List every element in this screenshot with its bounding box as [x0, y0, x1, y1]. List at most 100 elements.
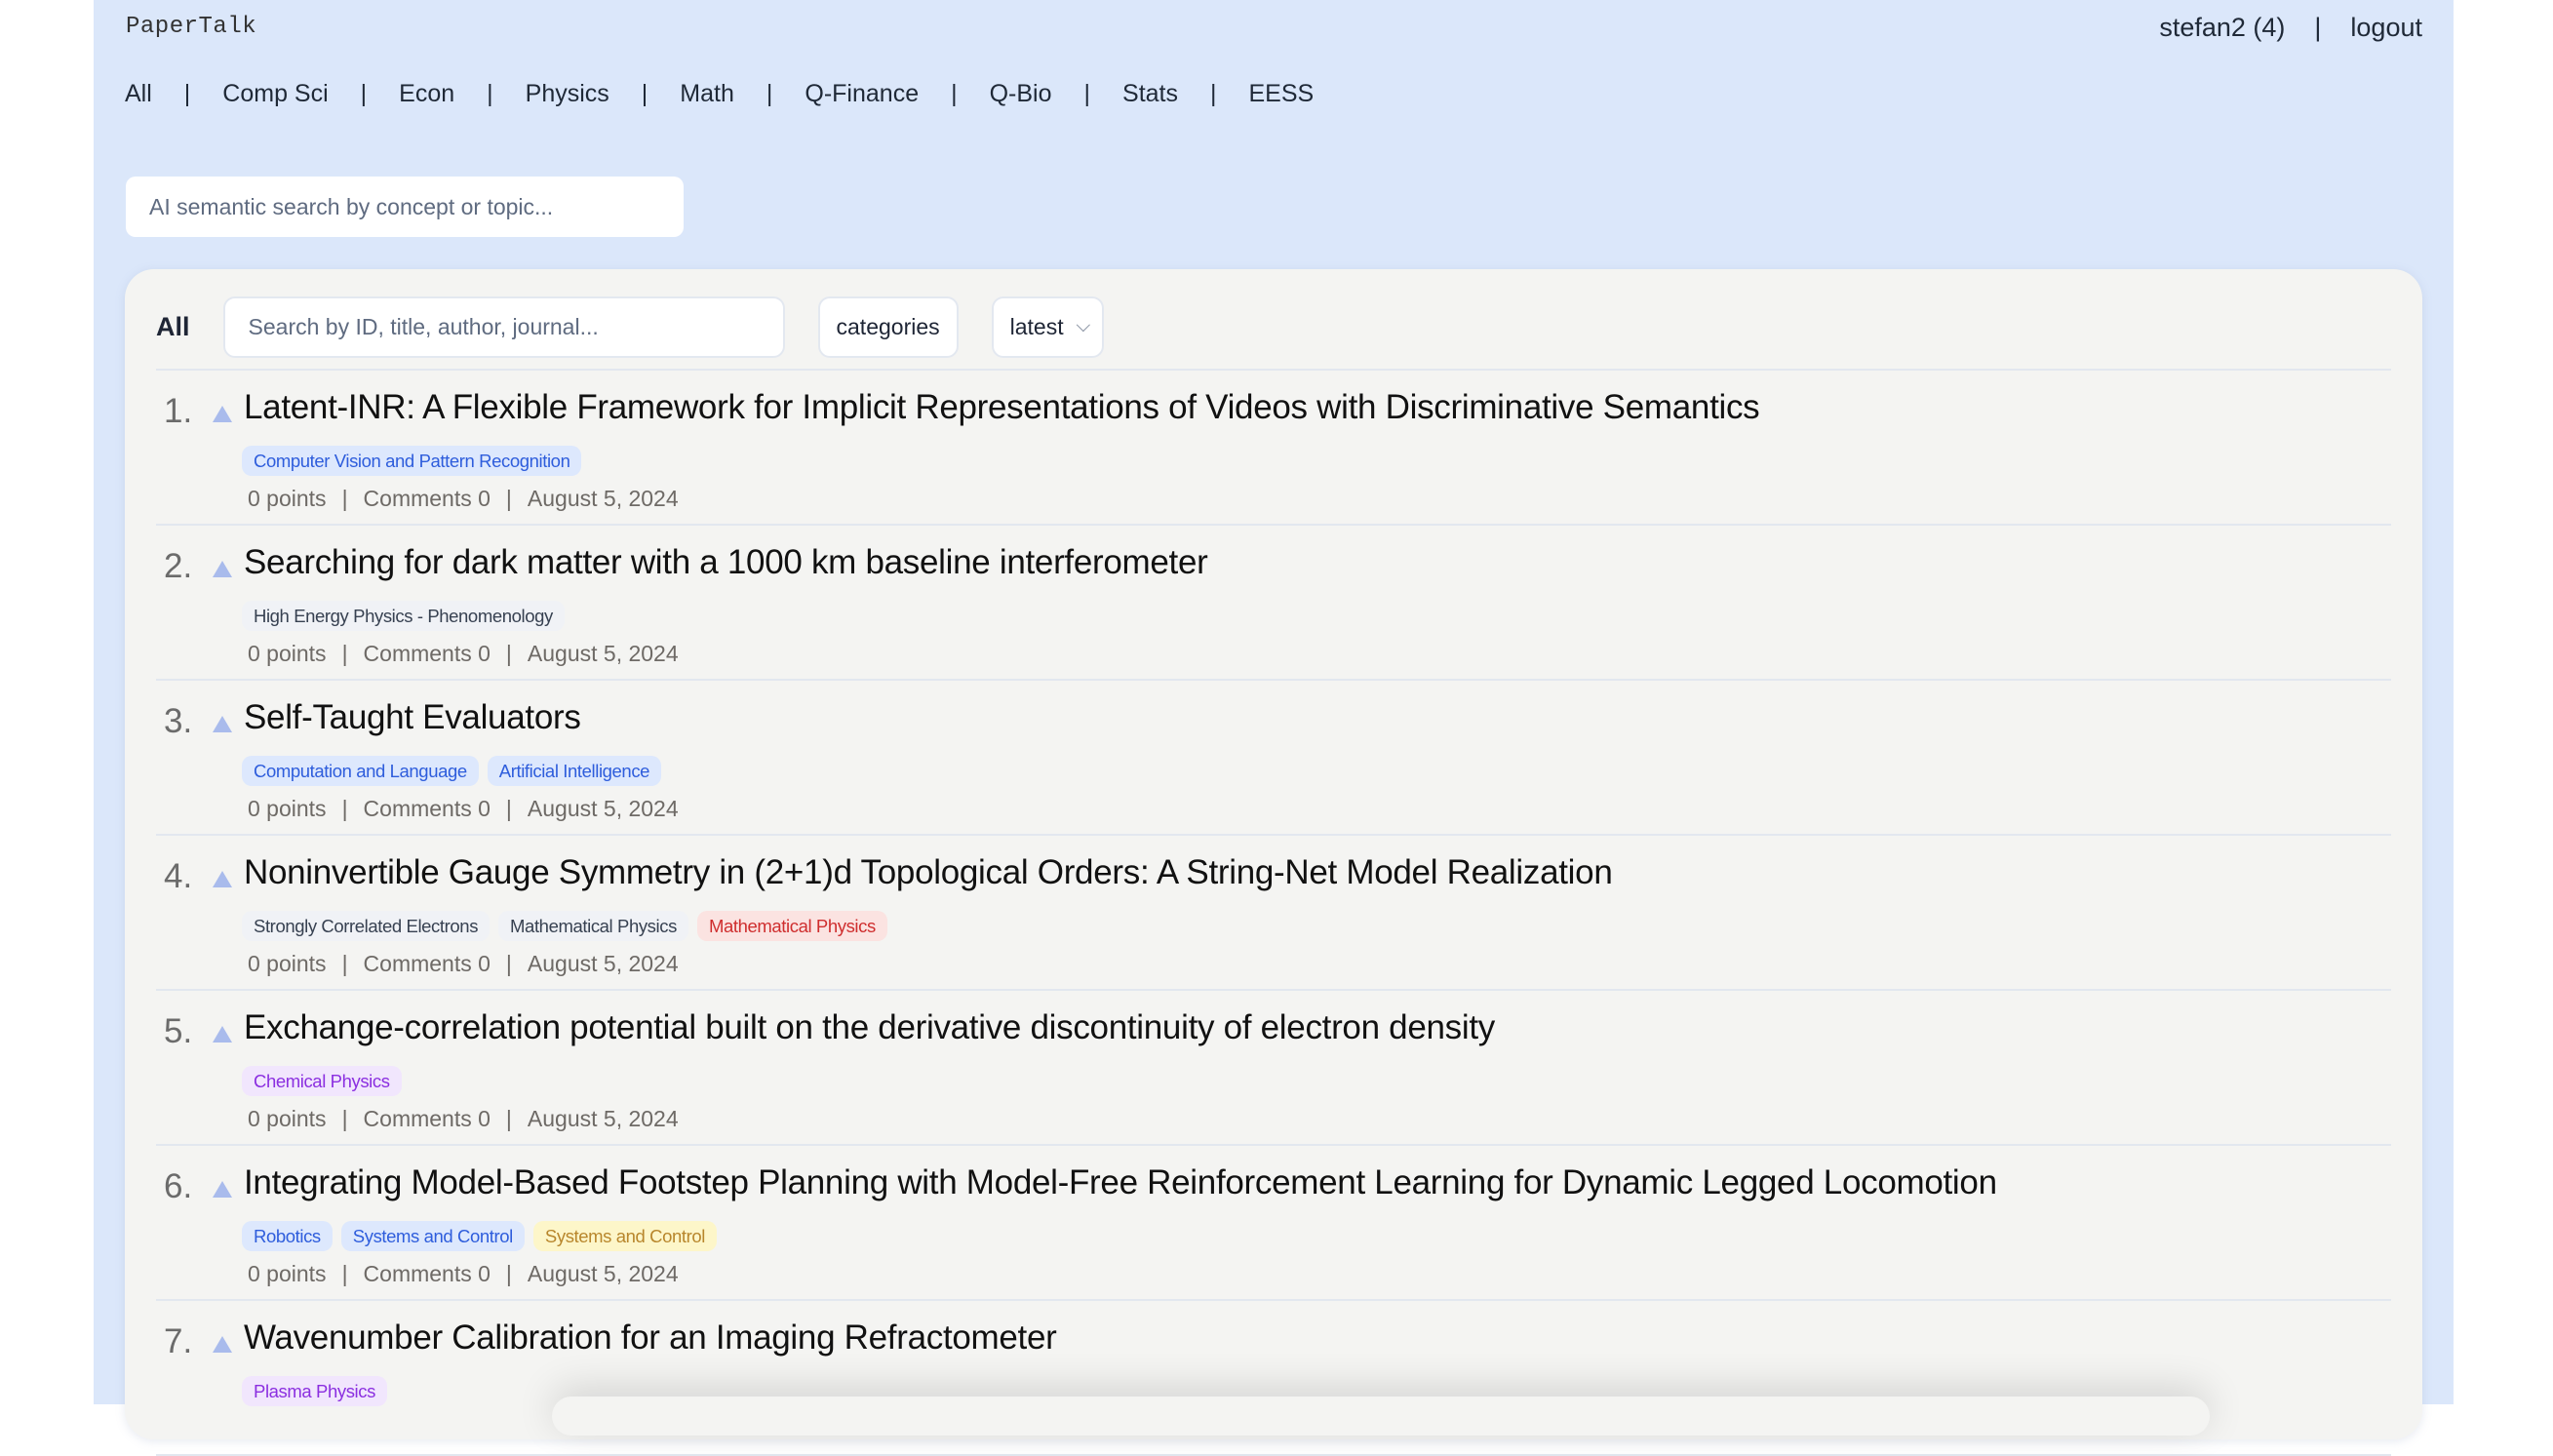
nav-item-stats[interactable]: Stats: [1122, 80, 1178, 108]
paper-meta: 0 points | Comments 0 | August 5, 2024: [248, 641, 679, 667]
nav-item-q-finance[interactable]: Q-Finance: [805, 80, 919, 108]
paper-title-link[interactable]: Searching for dark matter with a 1000 km…: [244, 543, 1208, 582]
meta-separator: |: [341, 1261, 348, 1286]
paper-rank: 7.: [164, 1322, 193, 1360]
category-tag[interactable]: Robotics: [242, 1221, 333, 1251]
brand-logo[interactable]: PaperTalk: [126, 14, 256, 40]
logout-link[interactable]: logout: [2350, 13, 2422, 43]
paper-title-link[interactable]: Exchange-correlation potential built on …: [244, 1008, 1495, 1047]
upvote-arrow-icon[interactable]: [213, 406, 232, 422]
paper-comments-link[interactable]: Comments 0: [364, 951, 491, 977]
paper-comments-link[interactable]: Comments 0: [364, 486, 491, 512]
upvote-arrow-icon[interactable]: [213, 561, 232, 577]
category-tag[interactable]: Mathematical Physics: [498, 911, 688, 941]
category-tag[interactable]: Computation and Language: [242, 756, 479, 786]
paper-date: August 5, 2024: [527, 486, 679, 511]
paper-tags: Robotics Systems and Control Systems and C…: [242, 1221, 718, 1251]
paper-list: 1. Latent-INR: A Flexible Framework for …: [156, 371, 2391, 1456]
category-tag[interactable]: Systems and Control: [532, 1221, 718, 1251]
paper-list-item: 3. Self-Taught Evaluators Computation an…: [156, 681, 2391, 836]
nav-separator: |: [183, 80, 191, 107]
category-tag[interactable]: Computer Vision and Pattern Recognition: [242, 446, 582, 476]
sort-dropdown-label: latest: [1009, 314, 1064, 339]
category-tag[interactable]: Strongly Correlated Electrons: [242, 911, 491, 941]
paper-tags: Computation and Language Artificial Intel…: [242, 756, 662, 786]
meta-separator: |: [505, 951, 512, 976]
paper-rank: 5.: [164, 1012, 193, 1050]
sort-dropdown[interactable]: latest: [991, 296, 1104, 358]
categories-button-label: categories: [836, 314, 940, 339]
nav-separator: |: [641, 80, 648, 107]
floating-panel-shadow: [552, 1397, 2210, 1436]
category-tag[interactable]: Mathematical Physics: [696, 911, 887, 941]
upvote-arrow-icon[interactable]: [213, 716, 232, 732]
paper-comments-link[interactable]: Comments 0: [364, 641, 491, 667]
paper-rank: 1.: [164, 392, 193, 430]
paper-list-item: 6. Integrating Model-Based Footstep Plan…: [156, 1146, 2391, 1301]
list-toolbar: All categories latest: [156, 296, 1137, 358]
paper-tags: High Energy Physics - Phenomenology: [242, 601, 565, 631]
nav-item-physics[interactable]: Physics: [526, 80, 609, 108]
nav-item-econ[interactable]: Econ: [399, 80, 454, 108]
categories-button[interactable]: categories: [817, 296, 959, 358]
paper-comments-link[interactable]: Comments 0: [364, 796, 491, 822]
category-tag[interactable]: Artificial Intelligence: [487, 756, 662, 786]
meta-separator: |: [505, 641, 512, 666]
nav-item-all[interactable]: All: [125, 80, 152, 108]
user-separator: |: [2314, 13, 2322, 42]
paper-points: 0 points: [248, 1106, 327, 1131]
paper-meta: 0 points | Comments 0 | August 5, 2024: [248, 1261, 679, 1287]
nav-item-q-bio[interactable]: Q-Bio: [990, 80, 1052, 108]
paper-points: 0 points: [248, 796, 327, 821]
meta-separator: |: [341, 1106, 348, 1131]
category-tag[interactable]: Chemical Physics: [242, 1066, 402, 1096]
paper-meta: 0 points | Comments 0 | August 5, 2024: [248, 951, 679, 977]
paper-title-link[interactable]: Integrating Model-Based Footstep Plannin…: [244, 1163, 1997, 1202]
paper-comments-link[interactable]: Comments 0: [364, 1106, 491, 1132]
category-nav: All | Comp Sci | Econ | Physics | Math |…: [125, 80, 1314, 108]
papers-card: All categories latest 1. Latent-INR: A F…: [125, 269, 2422, 1456]
nav-item-math[interactable]: Math: [680, 80, 734, 108]
paper-rank: 2.: [164, 547, 193, 585]
user-profile-link[interactable]: stefan2 (4): [2159, 13, 2285, 43]
paper-date: August 5, 2024: [527, 1261, 679, 1286]
nav-separator: |: [766, 80, 773, 107]
category-tag[interactable]: High Energy Physics - Phenomenology: [242, 601, 565, 631]
paper-tags: Computer Vision and Pattern Recognition: [242, 446, 582, 476]
category-tag[interactable]: Systems and Control: [340, 1221, 525, 1251]
paper-date: August 5, 2024: [527, 951, 679, 976]
meta-separator: |: [505, 1261, 512, 1286]
paper-list-item: 5. Exchange-correlation potential built …: [156, 991, 2391, 1146]
upvote-arrow-icon[interactable]: [213, 871, 232, 887]
paper-date: August 5, 2024: [527, 1106, 679, 1131]
paper-title-link[interactable]: Self-Taught Evaluators: [244, 698, 581, 737]
paper-title-link[interactable]: Wavenumber Calibration for an Imaging Re…: [244, 1318, 1057, 1358]
paper-search-input[interactable]: [222, 296, 785, 358]
nav-item-comp-sci[interactable]: Comp Sci: [222, 80, 328, 108]
paper-meta: 0 points | Comments 0 | August 5, 2024: [248, 1106, 679, 1132]
category-tag[interactable]: Plasma Physics: [242, 1376, 387, 1406]
paper-points: 0 points: [248, 951, 327, 976]
semantic-search-input[interactable]: [126, 177, 684, 237]
meta-separator: |: [505, 796, 512, 821]
paper-comments-link[interactable]: Comments 0: [364, 1261, 491, 1287]
upvote-arrow-icon[interactable]: [213, 1181, 232, 1198]
upvote-arrow-icon[interactable]: [213, 1336, 232, 1353]
paper-rank: 6.: [164, 1167, 193, 1205]
paper-title-link[interactable]: Latent-INR: A Flexible Framework for Imp…: [244, 388, 1760, 427]
upvote-arrow-icon[interactable]: [213, 1026, 232, 1043]
paper-list-item: 2. Searching for dark matter with a 1000…: [156, 526, 2391, 681]
paper-rank: 4.: [164, 857, 193, 895]
paper-date: August 5, 2024: [527, 641, 679, 666]
paper-date: August 5, 2024: [527, 796, 679, 821]
meta-separator: |: [341, 641, 348, 666]
paper-title-link[interactable]: Noninvertible Gauge Symmetry in (2+1)d T…: [244, 853, 1613, 892]
chevron-down-icon: [1076, 317, 1090, 332]
paper-meta: 0 points | Comments 0 | August 5, 2024: [248, 796, 679, 822]
paper-tags: Chemical Physics: [242, 1066, 402, 1096]
paper-rank: 3.: [164, 702, 193, 740]
paper-meta: 0 points | Comments 0 | August 5, 2024: [248, 486, 679, 512]
paper-points: 0 points: [248, 1261, 327, 1286]
nav-separator: |: [1083, 80, 1091, 107]
nav-item-eess[interactable]: EESS: [1249, 80, 1315, 108]
